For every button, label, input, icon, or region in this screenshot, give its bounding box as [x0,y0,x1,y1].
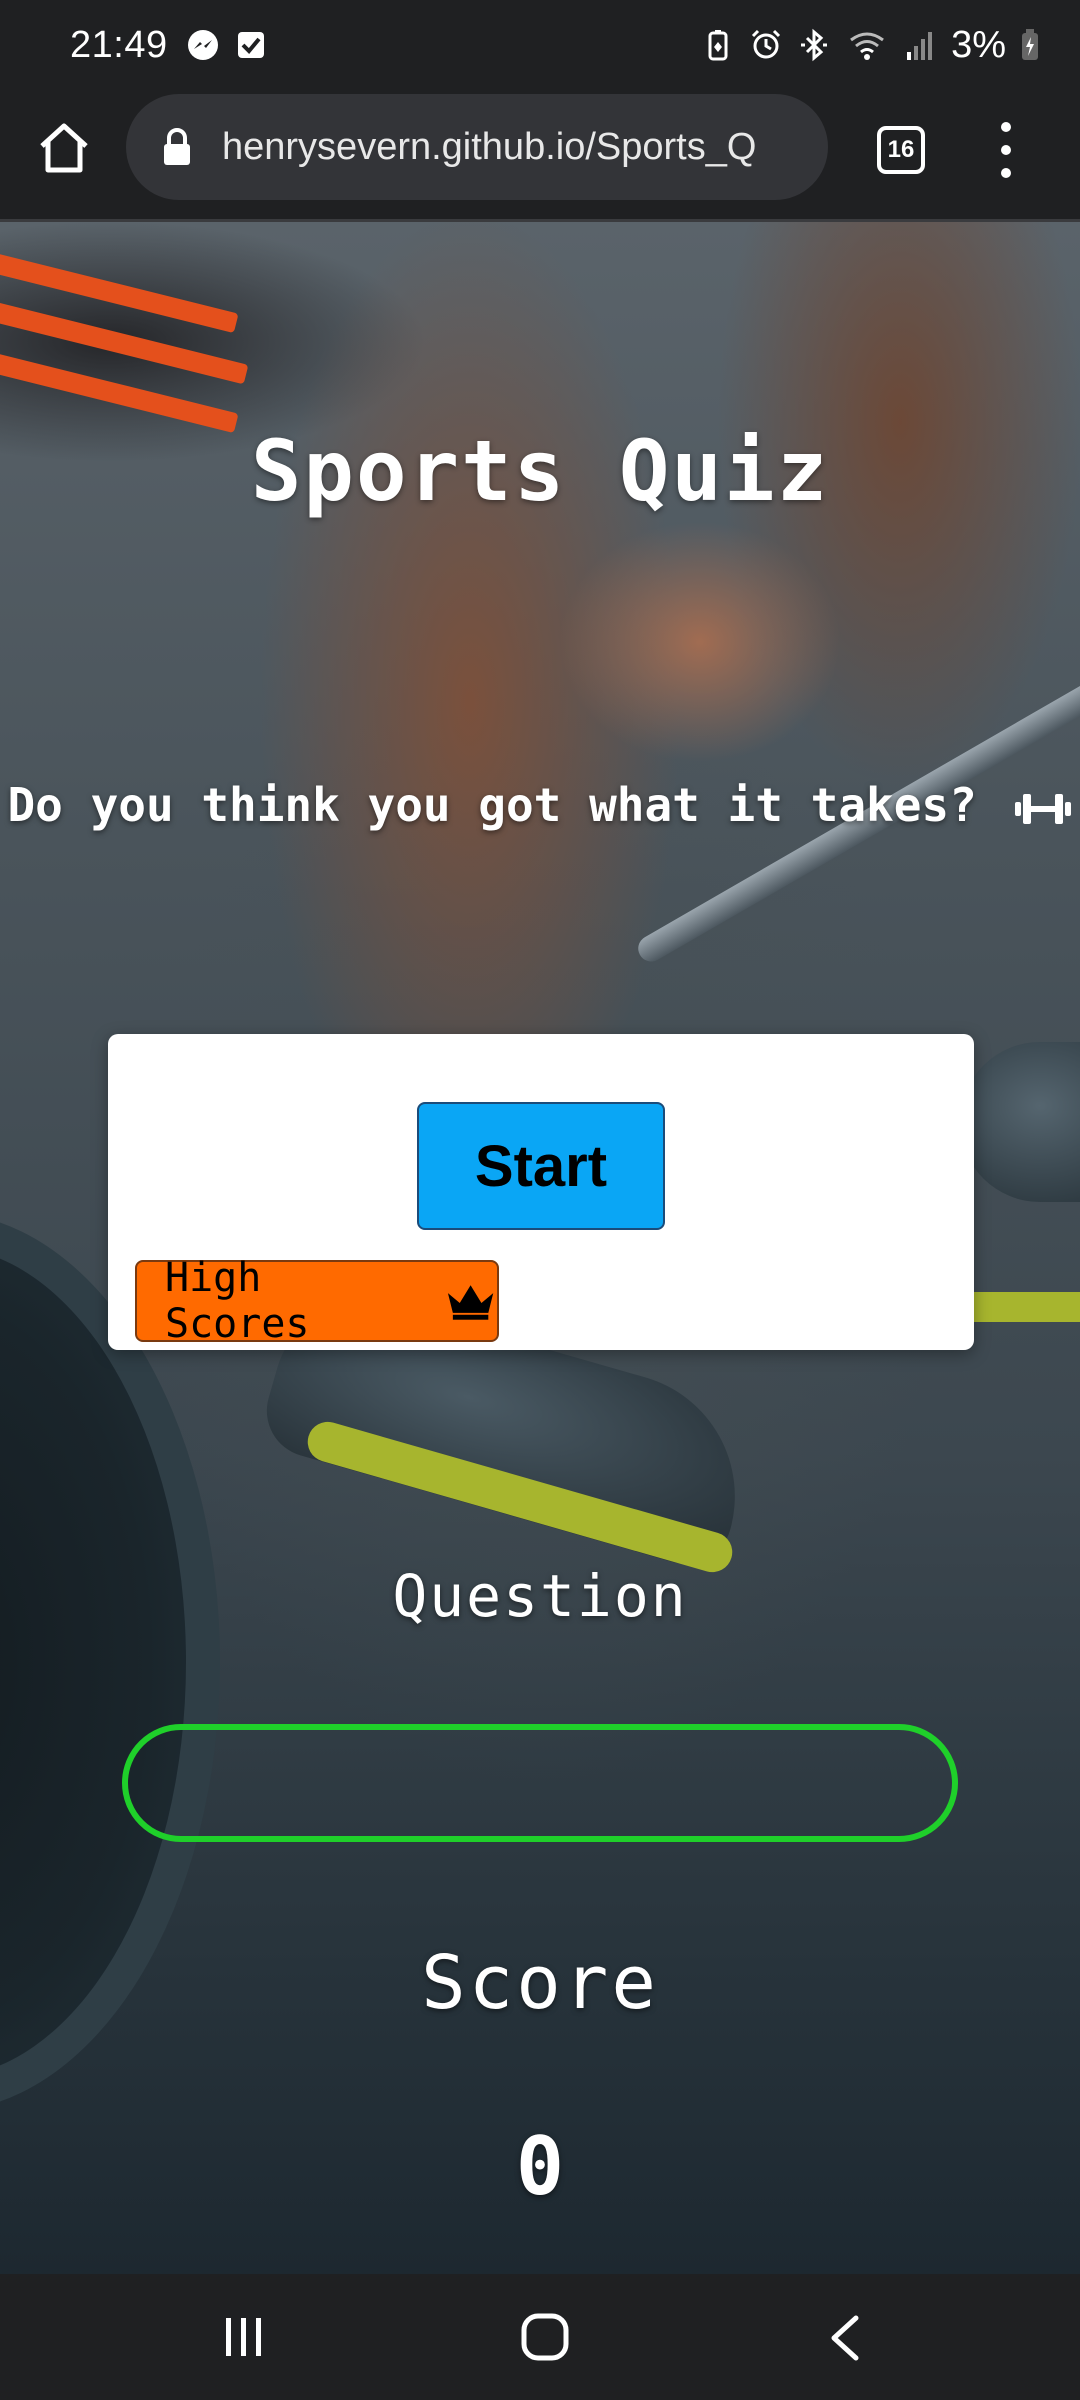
tab-switcher-button[interactable]: 16 [877,126,925,174]
more-menu-icon[interactable] [990,118,1022,182]
home-icon[interactable] [34,118,94,178]
bg-photo-detail [960,1042,1080,1202]
crown-icon [447,1285,494,1320]
recent-apps-icon[interactable] [222,2316,266,2358]
start-button[interactable]: Start [417,1102,665,1230]
browser-toolbar: henrysevern.github.io/Sports_Q 16 [0,90,1080,222]
alarm-icon [752,29,781,59]
page-subtitle: Do you think you got what it takes? [0,778,1080,832]
status-left-icons [186,28,268,62]
wifi-icon [850,32,884,60]
score-value: 0 [515,2120,565,2213]
url-text: henrysevern.github.io/Sports_Q [222,125,757,168]
high-scores-button[interactable]: High Scores [135,1255,499,1347]
page-viewport: Sports Quiz Do you think you got what it… [0,222,1080,2274]
high-scores-label: High Scores [165,1255,310,1347]
quiz-controls-card: Start High Scores [108,1034,974,1350]
task-check-icon [237,32,264,58]
page-title: Sports Quiz [250,422,830,520]
bg-photo-detail [960,1292,1080,1322]
subtitle-text: Do you think you got what it takes? [7,778,977,832]
status-right-icons: 3% [701,24,1040,67]
home-nav-icon[interactable] [520,2312,570,2362]
dumbbell-icon [1014,793,1071,824]
signal-icon [907,32,933,60]
status-time: 21:49 [70,23,168,66]
bluetooth-icon [801,28,828,62]
score-label: Score [421,1940,659,2026]
answer-box[interactable] [122,1724,958,1842]
battery-percent: 3% [951,23,1006,66]
back-icon[interactable] [826,2314,862,2362]
battery-charging-icon [1022,29,1038,60]
battery-saver-icon [708,30,728,61]
status-bar: 21:49 3% [0,0,1080,90]
messenger-icon [187,30,218,60]
question-label: Question [392,1562,688,1630]
system-navigation-bar [0,2274,1080,2400]
url-bar[interactable]: henrysevern.github.io/Sports_Q [126,94,828,200]
lock-icon [164,128,190,165]
